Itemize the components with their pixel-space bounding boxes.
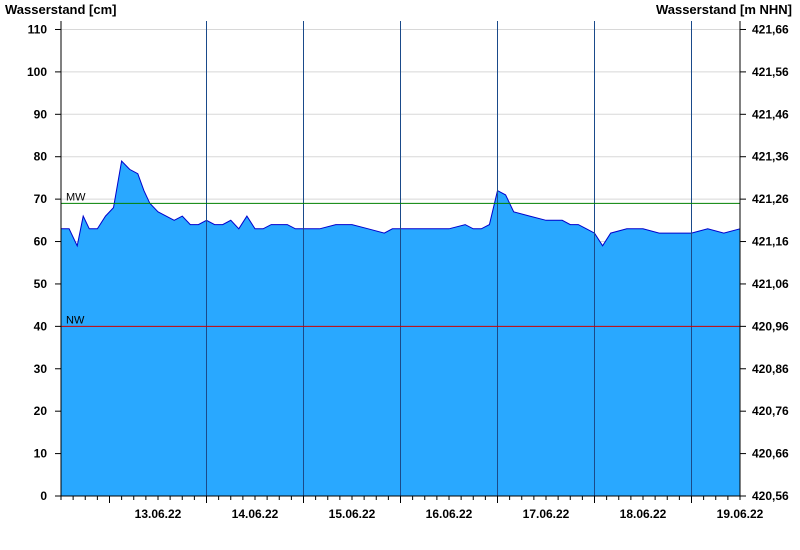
- x-tick-label: 17.06.22: [523, 507, 570, 521]
- y-right-tick-label: 421,66: [752, 22, 789, 36]
- x-tick-label: 16.06.22: [426, 507, 473, 521]
- x-tick-label: 15.06.22: [329, 507, 376, 521]
- y-left-axis-title: Wasserstand [cm]: [5, 2, 117, 17]
- y-right-tick-label: 420,96: [752, 319, 789, 333]
- y-right-tick-label: 421,06: [752, 277, 789, 291]
- y-left-tick-label: 110: [28, 22, 48, 36]
- y-left-tick-label: 40: [34, 319, 48, 333]
- y-left-tick-label: 90: [34, 107, 48, 121]
- x-tick-label: 14.06.22: [232, 507, 279, 521]
- y-right-tick-label: 421,16: [752, 235, 789, 249]
- y-left-tick-label: 50: [34, 277, 48, 291]
- y-right-tick-label: 420,76: [752, 404, 789, 418]
- y-left-tick-label: 80: [34, 150, 48, 164]
- y-left-tick-label: 20: [34, 404, 48, 418]
- y-left-tick-label: 60: [34, 235, 48, 249]
- y-left-tick-label: 30: [34, 362, 48, 376]
- y-right-tick-label: 421,36: [752, 150, 789, 164]
- water-level-chart: Wasserstand [cm] Wasserstand [m NHN] MW N…: [5, 2, 792, 521]
- y-left-tick-label: 0: [40, 489, 47, 503]
- reference-label-mw: MW: [66, 191, 86, 203]
- reference-label-nw: NW: [66, 314, 85, 326]
- x-tick-label: 13.06.22: [135, 507, 182, 521]
- y-right-tick-label: 421,46: [752, 107, 789, 121]
- y-right-tick-label: 421,56: [752, 65, 789, 79]
- y-right-tick-label: 421,26: [752, 192, 789, 206]
- y-left-tick-label: 100: [27, 65, 47, 79]
- x-tick-label: 18.06.22: [620, 507, 667, 521]
- y-right-tick-label: 420,86: [752, 362, 789, 376]
- y-right-tick-label: 420,66: [752, 447, 789, 461]
- y-right-axis-title: Wasserstand [m NHN]: [656, 2, 792, 17]
- plot-area: MW NW 0 420,56 10 420,66 20 420,76 30 420,86 40 420…: [27, 21, 789, 521]
- y-left-tick-label: 70: [34, 192, 48, 206]
- x-tick-label: 19.06.22: [717, 507, 764, 521]
- y-left-tick-label: 10: [34, 447, 48, 461]
- y-right-tick-label: 420,56: [752, 489, 789, 503]
